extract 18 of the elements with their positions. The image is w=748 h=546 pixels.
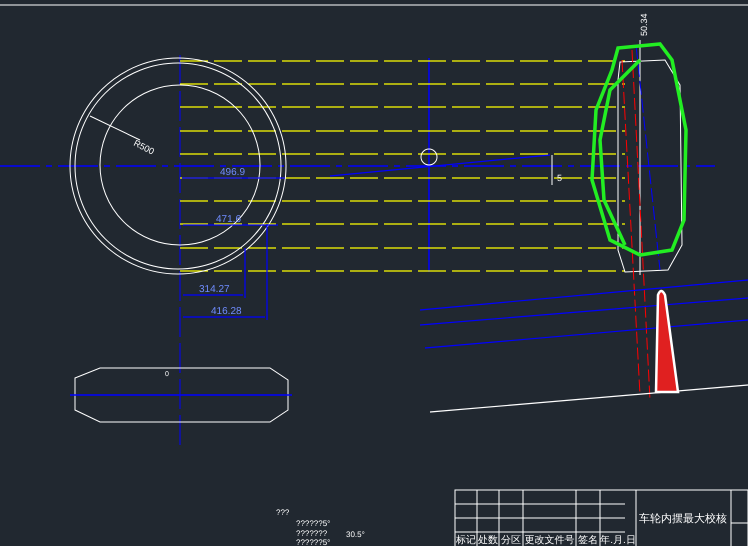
header-text: 标记 <box>456 535 476 546</box>
dimension-text: R500 <box>132 138 156 157</box>
dimension-text: 50.34 <box>639 13 649 36</box>
note-text: ??????5° <box>296 538 330 546</box>
dimension-text: 416.28 <box>211 306 242 317</box>
note-text: ??????5° <box>296 519 330 528</box>
header-text: 年.月.日 <box>600 535 636 546</box>
note-text: ??? <box>276 508 290 517</box>
note-text: ??????? <box>296 529 328 538</box>
title-text: 车轮内摆最大校核 <box>639 513 727 525</box>
header-text: 签名 <box>578 535 598 546</box>
dimension-text: 314.27 <box>199 284 230 295</box>
header-text: 更改文件号 <box>524 535 574 546</box>
header-text: 分区 <box>501 535 521 546</box>
header-text: 处数 <box>478 535 498 546</box>
note-text: 30.5° <box>346 530 365 539</box>
hub-circle <box>420 148 438 166</box>
dimension-text: 496.9 <box>220 167 246 178</box>
